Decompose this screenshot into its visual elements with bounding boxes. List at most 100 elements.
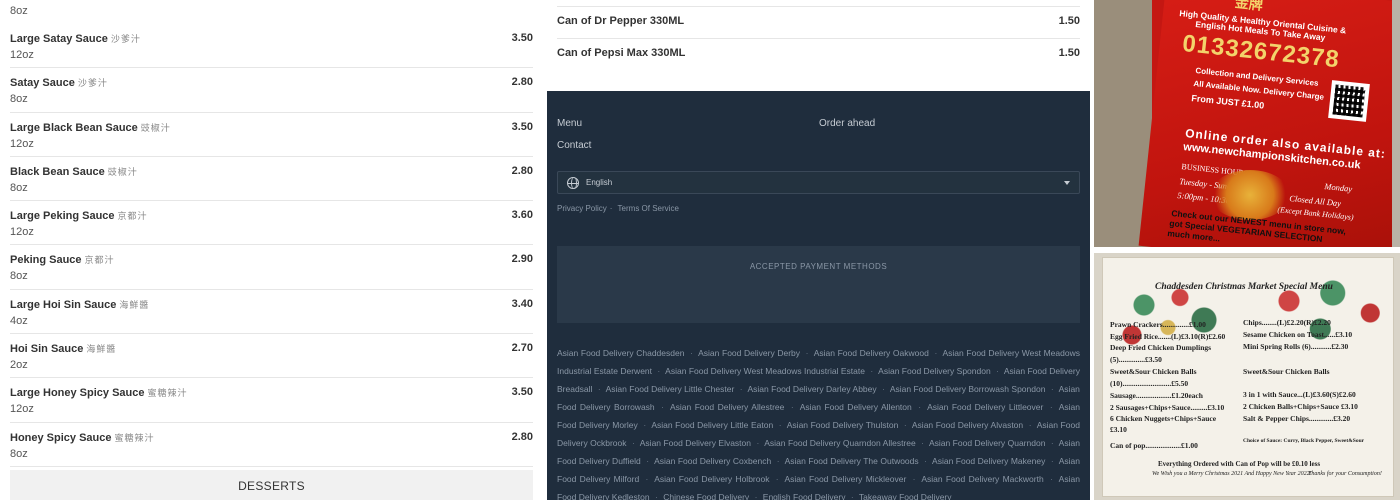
delivery-area-link[interactable]: Asian Food Delivery Holbrook — [654, 474, 769, 484]
item-name: Satay Sauce 沙爹汁 — [10, 77, 108, 90]
item-price: 2.80 — [511, 164, 533, 177]
separator: · — [754, 492, 758, 500]
delivery-area-link[interactable]: Asian Food Delivery Allenton — [800, 402, 912, 412]
delivery-area-link[interactable]: Asian Food Delivery The Outwoods — [785, 456, 919, 466]
privacy-policy-link[interactable]: Privacy Policy — [557, 204, 607, 213]
menu-item[interactable]: Can of Dr Pepper 330ML 1.50 — [557, 6, 1080, 39]
item-size: 12oz — [10, 49, 34, 61]
terms-link[interactable]: Terms Of Service — [618, 204, 679, 213]
menu-item[interactable]: Satay Sauce 沙爹汁 2.80 8oz — [10, 68, 533, 113]
delivery-area-link[interactable]: Asian Food Delivery Littleover — [927, 402, 1043, 412]
language-select[interactable]: English — [557, 171, 1080, 194]
delivery-area-link[interactable]: Asian Food Delivery Spondon — [878, 366, 991, 376]
separator: · — [1049, 402, 1053, 412]
separator: · — [1050, 384, 1054, 394]
delivery-area-link[interactable]: Asian Food Delivery Thulston — [787, 420, 899, 430]
footer-link-contact[interactable]: Contact — [557, 140, 591, 151]
menu-item[interactable]: Can of Pepsi Max 330ML 1.50 — [557, 39, 1080, 72]
delivery-area-link[interactable]: Asian Food Delivery Little Chester — [606, 384, 735, 394]
menu-item[interactable]: Large Hoi Sin Sauce 海鮮醬 3.40 4oz — [10, 290, 533, 335]
item-price: 3.50 — [511, 386, 533, 399]
christmas-menu-line: Sausage...................£1.20each — [1110, 391, 1203, 400]
delivery-area-link[interactable]: Asian Food Delivery Derby — [698, 348, 800, 358]
separator: · — [870, 366, 874, 376]
item-name-chinese: 海鮮醬 — [86, 344, 117, 355]
item-size: 8oz — [10, 270, 28, 283]
menu-item[interactable]: Large Black Bean Sauce 豉椒汁 3.50 12oz — [10, 113, 533, 157]
delivery-area-link[interactable]: English Food Delivery — [763, 492, 846, 500]
item-size: 12oz — [10, 403, 34, 416]
delivery-area-link[interactable]: Asian Food Delivery Borrowash Spondon — [890, 384, 1046, 394]
menu-item[interactable]: Honey Spicy Sauce 蜜糖辣汁 2.80 8oz — [10, 423, 533, 467]
delivery-area-link[interactable]: Asian Food Delivery Mickleover — [784, 474, 906, 484]
separator: · — [903, 420, 907, 430]
item-name: Black Bean Sauce 豉椒汁 — [10, 165, 138, 178]
christmas-menu-line: Choice of Sauce: Curry, Black Pepper, Sw… — [1243, 438, 1365, 444]
item-size: 12oz — [10, 226, 34, 239]
section-header-desserts[interactable]: DESSERTS — [10, 470, 533, 500]
item-price: 2.80 — [511, 76, 533, 89]
item-name: Large Black Bean Sauce 豉椒汁 — [10, 121, 171, 134]
separator: · — [921, 438, 925, 448]
drinks-list: Can of Dr Pepper 330ML 1.50 Can of Pepsi… — [547, 0, 1090, 91]
christmas-menu-line: Sesame Chicken on Toast......£3.10 — [1243, 330, 1353, 339]
item-size: 12oz — [10, 137, 34, 150]
legal-links: Privacy Policy · Terms Of Service — [557, 204, 682, 213]
item-size: 4oz — [10, 314, 28, 327]
menu-item[interactable]: Large Honey Spicy Sauce 蜜糖辣汁 3.50 12oz — [10, 378, 533, 423]
delivery-area-link[interactable]: Asian Food Delivery Chaddesden — [557, 348, 684, 358]
menu-item[interactable]: Large Peking Sauce 京都汁 3.60 12oz — [10, 201, 533, 246]
item-price: 1.50 — [1058, 15, 1080, 27]
delivery-area-link[interactable]: Asian Food Delivery Elvaston — [640, 438, 751, 448]
payment-methods-title: ACCEPTED PAYMENT METHODS — [749, 262, 888, 271]
christmas-menu-line: £3.10 — [1110, 425, 1127, 434]
delivery-area-link[interactable]: Asian Food Delivery Mackworth — [921, 474, 1043, 484]
item-price: 2.90 — [511, 253, 533, 266]
item-name-chinese: 蜜糖辣汁 — [114, 432, 155, 443]
delivery-area-link[interactable]: Chinese Food Delivery — [663, 492, 749, 500]
separator: · — [775, 474, 779, 484]
separator: · — [1028, 420, 1032, 430]
separator: · — [597, 384, 601, 394]
separator: · — [1050, 456, 1054, 466]
christmas-menu-line: Sweet&Sour Chicken Balls — [1243, 367, 1330, 376]
delivery-area-link[interactable]: Asian Food Delivery Alvaston — [912, 420, 1023, 430]
delivery-area-link[interactable]: Asian Food Delivery Quarndon — [929, 438, 1045, 448]
menu-item[interactable]: Peking Sauce 京都汁 2.90 8oz — [10, 245, 533, 290]
separator: · — [996, 366, 999, 376]
delivery-area-link[interactable]: Asian Food Delivery Quarndon Allestree — [764, 438, 915, 448]
separator: · — [646, 456, 650, 466]
menu-item[interactable]: Hoi Sin Sauce 海鮮醬 2.70 2oz — [10, 334, 533, 379]
delivery-area-link[interactable]: Asian Food Delivery Darley Abbey — [747, 384, 876, 394]
separator: · — [934, 348, 938, 358]
qr-code — [1328, 80, 1370, 122]
christmas-menu-line: Chips........(L)£2.20(R)£2.20 — [1243, 318, 1331, 327]
christmas-menu-line: Prawn Crackers..............£1.00 — [1110, 320, 1206, 329]
menu-item[interactable]: Large Satay Sauce 沙爹汁 3.50 12oz — [10, 24, 533, 69]
delivery-area-link[interactable]: Asian Food Delivery Little Eaton — [651, 420, 773, 430]
menu-item[interactable]: Black Bean Sauce 豉椒汁 2.80 8oz — [10, 157, 533, 202]
footer-link-menu[interactable]: Menu — [557, 118, 582, 129]
separator: · — [1050, 438, 1054, 448]
delivery-area-link[interactable]: Asian Food Delivery Allestree — [670, 402, 784, 412]
separator: · — [654, 492, 658, 500]
footer-link-order-ahead[interactable]: Order ahead — [819, 118, 875, 129]
delivery-area-link[interactable]: Asian Food Delivery Makeney — [932, 456, 1045, 466]
delivery-area-link[interactable]: Takeaway Food Delivery — [859, 492, 952, 500]
christmas-menu-line: Deep Fried Chicken Dumplings — [1110, 343, 1212, 352]
christmas-menu-line: Can of pop...................£1.00 — [1110, 441, 1198, 450]
payment-methods-box: ACCEPTED PAYMENT METHODS — [557, 246, 1080, 323]
christmas-menu-line: 3 in 1 with Sauce...(L)£3.60(S)£2.60 — [1243, 390, 1356, 399]
christmas-menu-line: (5)..............£3.50 — [1110, 355, 1162, 364]
separator: · — [661, 402, 664, 412]
site-footer: Menu Order ahead Contact English Privacy… — [547, 91, 1090, 500]
delivery-area-link[interactable]: Asian Food Delivery Coxbench — [654, 456, 771, 466]
separator: · — [690, 348, 693, 358]
delivery-area-link[interactable]: Asian Food Delivery West Meadows Industr… — [665, 366, 865, 376]
separator: · — [805, 348, 809, 358]
item-size: 2oz — [10, 359, 28, 372]
item-price: 2.80 — [511, 430, 533, 443]
item-size: 8oz — [10, 447, 28, 460]
delivery-area-link[interactable]: Asian Food Delivery Oakwood — [814, 348, 929, 358]
christmas-menu-line: 2 Sausages+Chips+Sauce.........£3.10 — [1110, 403, 1225, 412]
